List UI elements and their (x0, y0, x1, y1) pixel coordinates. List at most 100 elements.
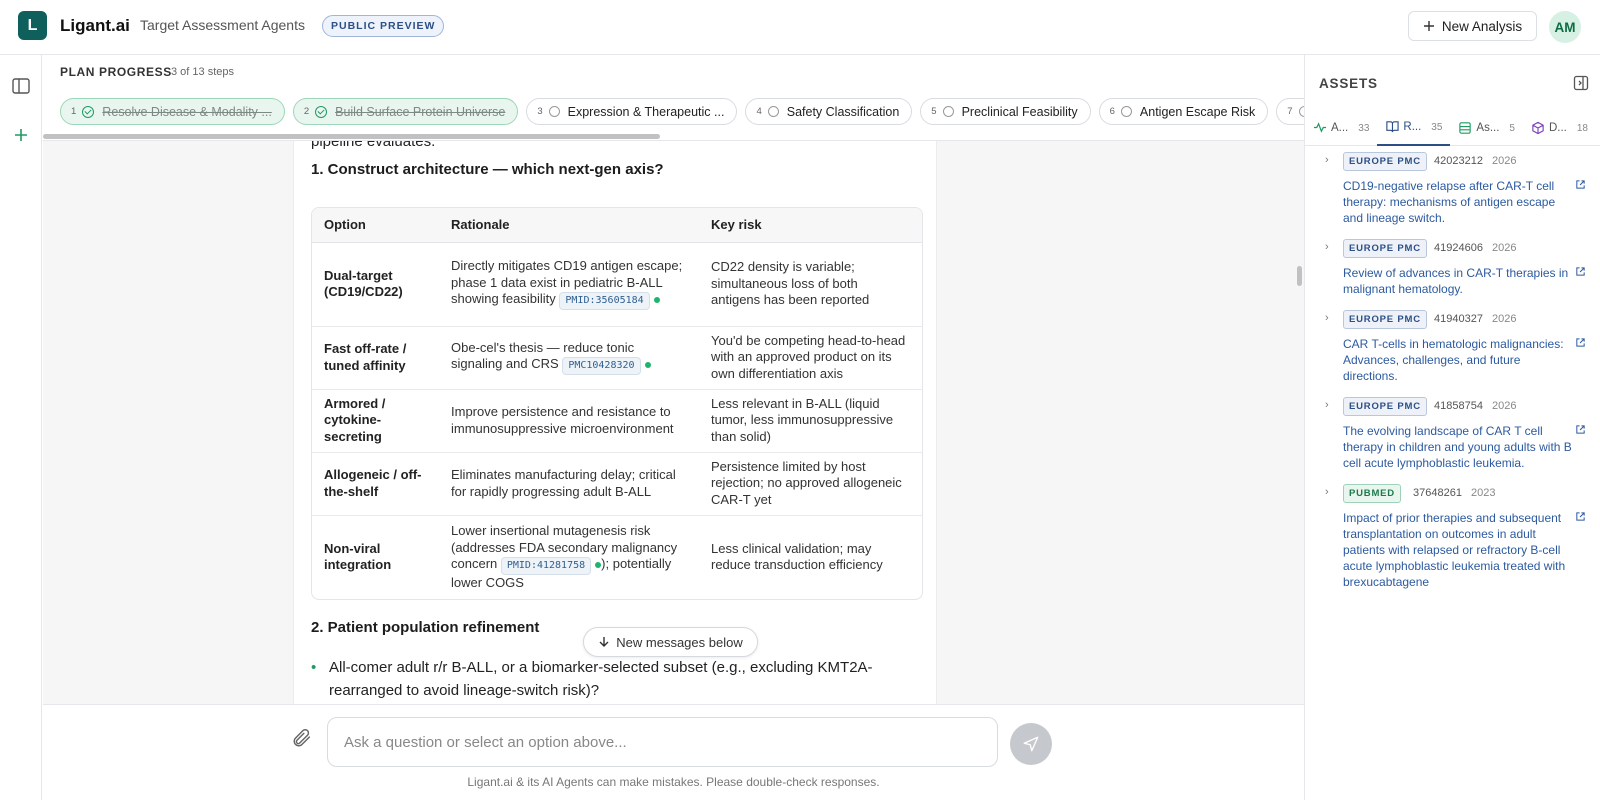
composer: Ask a question or select an option above… (43, 704, 1304, 800)
assets-tab[interactable]: As... 5 (1450, 110, 1523, 146)
new-messages-label: New messages below (616, 634, 743, 650)
reference-year: 2023 (1471, 487, 1496, 499)
disclaimer: Ligant.ai & its AI Agents can make mista… (467, 775, 880, 789)
plan-progress-title: PLAN PROGRESS (60, 65, 172, 79)
assets-tab-count: 33 (1358, 122, 1370, 134)
brand-name[interactable]: Ligant.ai (60, 16, 130, 36)
section-heading-construct: 1. Construct architecture — which next-g… (311, 161, 664, 178)
assets-tab-label: A... (1331, 122, 1349, 134)
send-icon (1023, 736, 1039, 752)
arrow-down-icon (599, 637, 609, 647)
reference-title[interactable]: Impact of prior therapies and subsequent… (1343, 510, 1575, 590)
external-link-icon[interactable] (1575, 424, 1586, 435)
table-row: Armored / cytokine-secreting Improve pers… (312, 389, 922, 453)
table-row: Non-viral integration Lower insertional m… (312, 515, 922, 599)
external-link-icon[interactable] (1575, 337, 1586, 348)
citation-chip[interactable]: PMID:41281758 (500, 557, 592, 575)
plan-step[interactable]: 5 Preclinical Feasibility (920, 98, 1091, 125)
new-analysis-button[interactable]: New Analysis (1408, 11, 1537, 41)
rationale-text: Improve persistence and resistance to im… (451, 404, 674, 436)
activity-icon (1313, 122, 1327, 133)
verified-dot-icon (644, 361, 651, 368)
user-avatar[interactable]: AM (1549, 11, 1581, 43)
step-label: Build Surface Protein Universe (335, 104, 506, 119)
external-link-icon[interactable] (1575, 179, 1586, 190)
reference-title[interactable]: CAR T-cells in hematologic malignancies:… (1343, 336, 1575, 384)
assets-tab-label: D... (1548, 122, 1567, 134)
vertical-scrollbar[interactable] (1297, 266, 1302, 286)
external-link-icon[interactable] (1575, 266, 1586, 277)
list-item: All-comer adult r/r B-ALL, or a biomarke… (311, 656, 906, 702)
public-preview-badge: PUBLIC PREVIEW (322, 15, 445, 37)
table-icon (1459, 122, 1472, 134)
citation-chip[interactable]: PMC10428320 (562, 357, 641, 376)
table-row: Allogeneic / off-the-shelf Eliminates man… (312, 452, 922, 516)
assets-tab-label: As... (1476, 122, 1500, 134)
truncated-text: pipeline evaluates. (311, 141, 436, 150)
assets-tab[interactable]: D... 18 (1523, 110, 1596, 146)
plan-step[interactable]: 7 (1276, 98, 1304, 125)
section-heading-population: 2. Patient population refinement (311, 619, 540, 636)
new-chat-button[interactable] (7, 121, 35, 149)
option-cell: Fast off-rate / tuned affinity (312, 326, 439, 390)
chevron-right-icon[interactable]: › (1325, 312, 1329, 324)
column-header-option: Option (312, 208, 439, 243)
circle-icon (548, 106, 560, 117)
sidebar-toggle-button[interactable] (7, 72, 35, 100)
rationale-cell: Directly mitigates CD19 antigen escape; … (439, 242, 699, 327)
chat-input[interactable]: Ask a question or select an option above… (327, 717, 998, 767)
chevron-right-icon[interactable]: › (1325, 241, 1329, 253)
new-analysis-label: New Analysis (1441, 18, 1523, 34)
option-cell: Dual-target (CD19/CD22) (312, 242, 439, 327)
source-badge: EUROPE PMC (1343, 152, 1427, 171)
reference-id: 41858754 (1434, 400, 1483, 412)
sidebar-icon (12, 78, 30, 94)
assets-tab-count: 5 (1509, 122, 1515, 134)
chevron-right-icon[interactable]: › (1325, 154, 1329, 166)
new-messages-button[interactable]: New messages below (583, 627, 758, 657)
reference-year: 2026 (1492, 313, 1517, 325)
reference-title[interactable]: Review of advances in CAR-T therapies in… (1343, 265, 1575, 297)
assets-tab-label: R... (1403, 121, 1422, 133)
citation-chip[interactable]: PMID:35605184 (559, 292, 650, 310)
assets-tab[interactable]: A... 33 (1305, 110, 1377, 146)
step-number: 6 (1109, 106, 1115, 117)
step-label: Antigen Escape Risk (1139, 104, 1256, 119)
plan-step[interactable]: 6 Antigen Escape Risk (1098, 98, 1269, 125)
chevron-right-icon[interactable]: › (1325, 486, 1329, 498)
send-button[interactable] (1010, 723, 1052, 765)
steps-horizontal-scrollbar[interactable] (43, 134, 660, 139)
assets-tab[interactable]: R... 35 (1377, 110, 1451, 146)
brand-logo[interactable]: L (18, 11, 47, 40)
reference-year: 2026 (1492, 155, 1517, 167)
step-label: Expression & Therapeutic ... (567, 104, 725, 119)
attach-button[interactable] (291, 727, 315, 751)
reference-year: 2026 (1492, 400, 1517, 412)
step-number: 4 (756, 106, 762, 117)
plan-steps-row: 1 Resolve Disease & Modality ... 2 Build Su… (60, 98, 1304, 125)
panel-collapse-icon (1573, 75, 1589, 91)
panel-toggle-button[interactable] (1573, 75, 1589, 91)
reference-title[interactable]: The evolving landscape of CAR T cell the… (1343, 423, 1575, 471)
app-subtitle: Target Assessment Agents (140, 17, 305, 33)
step-number: 2 (303, 106, 310, 117)
plan-step[interactable]: 1 Resolve Disease & Modality ... (60, 98, 285, 125)
assets-title: ASSETS (1319, 76, 1378, 91)
message-column: pipeline evaluates. 1. Construct archite… (293, 141, 937, 704)
reference-title[interactable]: CD19-negative relapse after CAR-T cell t… (1343, 178, 1575, 226)
rationale-text: Eliminates manufacturing delay; critical… (451, 467, 676, 499)
risk-cell: You'd be competing head-to-head with an … (699, 326, 922, 390)
reference-id: 42023212 (1434, 155, 1483, 167)
reference-year: 2026 (1492, 242, 1517, 254)
plan-step[interactable]: 2 Build Surface Protein Universe (292, 98, 519, 125)
plan-step[interactable]: 3 Expression & Therapeutic ... (526, 98, 738, 125)
table-row: Dual-target (CD19/CD22) Directly mitigate… (312, 242, 922, 327)
rationale-cell: Eliminates manufacturing delay; critical… (439, 452, 699, 516)
step-number: 5 (931, 106, 937, 117)
plan-step[interactable]: 4 Safety Classification (745, 98, 913, 125)
table-row: Fast off-rate / tuned affinity Obe-cel's … (312, 326, 922, 390)
chevron-right-icon[interactable]: › (1325, 399, 1329, 411)
cube-icon (1532, 121, 1544, 135)
step-number: 3 (537, 106, 543, 117)
external-link-icon[interactable] (1575, 511, 1586, 522)
